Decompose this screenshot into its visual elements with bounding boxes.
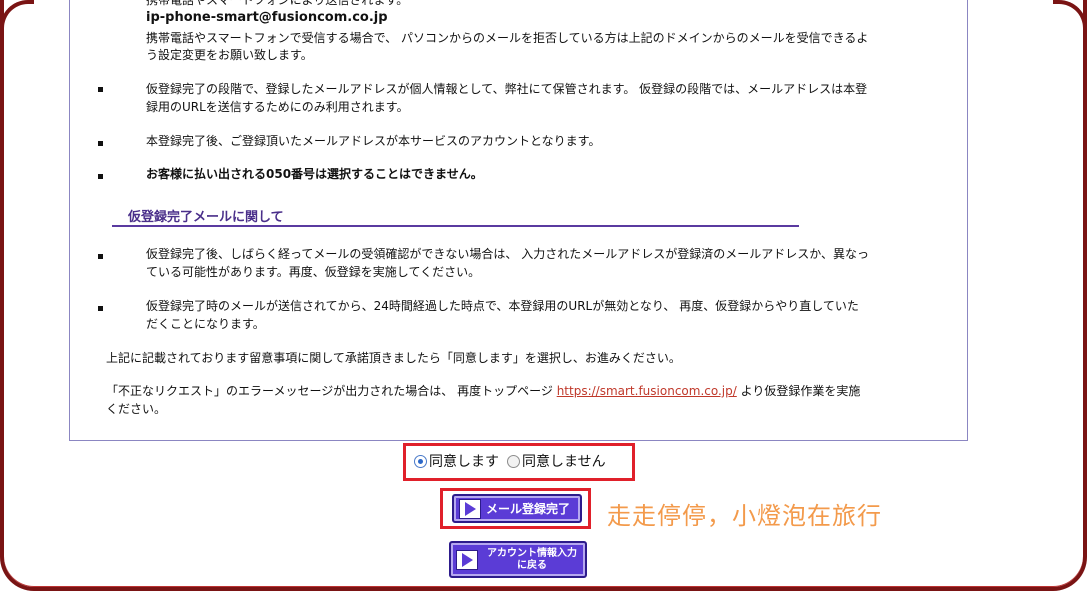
email-note-line2: う設定変更をお願い致します。 xyxy=(146,48,313,62)
agree-yes-radio[interactable] xyxy=(414,454,427,468)
section-divider xyxy=(112,225,799,227)
complete-registration-label: メール登録完了 xyxy=(486,502,571,516)
agree-no-label[interactable]: 同意しません xyxy=(522,451,606,471)
section-bullet-1-line1: 仮登録完了後、しばらく経ってメールの受領確認ができない場合は、 入力されたメール… xyxy=(146,247,869,261)
agree-radio-group: 同意します 同意しません xyxy=(414,451,614,471)
agree-no-radio[interactable] xyxy=(507,454,520,468)
watermark-text: 走走停停，小燈泡在旅行 xyxy=(607,502,882,530)
error-note-text-tail: より仮登録作業を実施 xyxy=(740,384,861,398)
bullet-marker xyxy=(98,174,103,179)
bullet-marker xyxy=(98,254,103,259)
back-to-account-button[interactable]: アカウント情報入力 に戻る xyxy=(449,541,587,578)
bullet-marker xyxy=(98,306,103,311)
error-note-line1: 「不正なリクエスト」のエラーメッセージが出力された場合は、 再度トップページ h… xyxy=(106,383,860,400)
bullet-1-line1: 仮登録完了の段階で、登録したメールアドレスが個人情報として、弊社にて保管されます… xyxy=(146,82,868,96)
bullet-marker xyxy=(98,141,103,146)
partial-text: 携帯電話やスマートフォンにより送信されます。 xyxy=(146,0,409,7)
agree-yes-label[interactable]: 同意します xyxy=(429,451,499,471)
bullet-marker xyxy=(98,87,103,92)
error-note-line2: ください。 xyxy=(106,402,167,416)
back-label-line2: に戻る xyxy=(517,559,547,571)
back-label: アカウント情報入力 に戻る xyxy=(483,548,585,572)
section-bullet-2-line1: 仮登録完了時のメールが送信されてから、24時間経過した時点で、本登録用のURLが… xyxy=(146,299,859,313)
section-bullet-2-line2: だくことになります。 xyxy=(146,317,265,331)
bullet-3-line1: お客様に払い出される050番号は選択することはできません。 xyxy=(146,167,483,181)
bullet-2-line1: 本登録完了後、ご登録頂いたメールアドレスが本サービスのアカウントとなります。 xyxy=(146,134,601,148)
consent-instruction: 上記に記載されております留意事項に関して承諾頂きましたら「同意します」を選択し、… xyxy=(106,351,681,365)
section-bullet-1-line2: ている可能性があります。再度、仮登録を実施してください。 xyxy=(146,265,481,279)
back-label-line1: アカウント情報入力 xyxy=(487,547,577,559)
bullet-1-line2: 録用のURLを送信するためにのみ利用されます。 xyxy=(146,100,409,114)
section-heading: 仮登録完了メールに関して xyxy=(128,210,284,225)
top-page-link[interactable]: https://smart.fusioncom.co.jp/ xyxy=(557,384,737,398)
sender-email: ip-phone-smart@fusioncom.co.jp xyxy=(146,10,388,25)
play-icon xyxy=(459,498,481,519)
email-note-line1: 携帯電話やスマートフォンで受信する場合で、 パソコンからのメールを拒否している方… xyxy=(146,31,869,45)
complete-registration-button[interactable]: メール登録完了 xyxy=(452,494,582,523)
error-note-text: 「不正なリクエスト」のエラーメッセージが出力された場合は、 再度トップページ xyxy=(106,384,553,398)
play-icon xyxy=(456,549,478,570)
